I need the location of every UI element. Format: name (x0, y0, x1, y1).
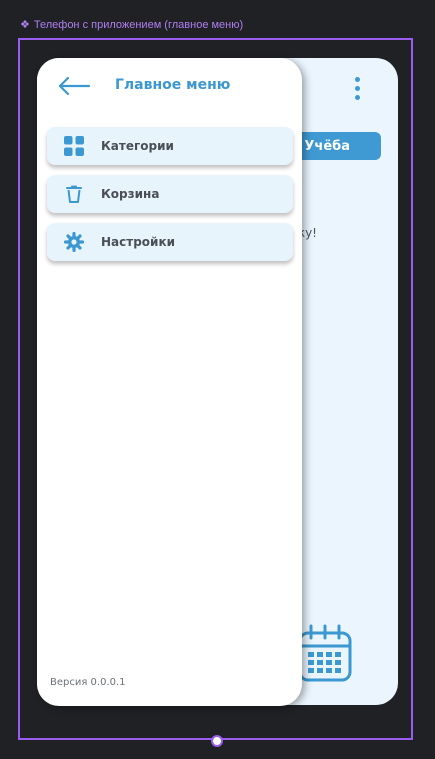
study-chip-label: Учёба (304, 138, 350, 154)
trash-icon (64, 184, 84, 204)
navigation-drawer: Главное меню Категории Корзина Настройки… (37, 58, 302, 706)
menu-item-categories[interactable]: Категории (47, 127, 293, 165)
grid-icon (64, 136, 84, 156)
gear-icon (64, 232, 84, 252)
version-text: Версия 0.0.0.1 (50, 677, 126, 688)
menu-item-label: Категории (101, 139, 174, 153)
resize-handle[interactable] (211, 735, 223, 747)
drawer-title: Главное меню (115, 77, 231, 93)
frame-label-text: Телефон с приложением (главное меню) (33, 19, 244, 31)
arrow-left-icon[interactable] (57, 74, 91, 98)
calendar-icon[interactable] (297, 624, 353, 684)
menu-item-label: Настройки (101, 235, 176, 249)
component-diamond-icon: ❖ (20, 18, 30, 31)
menu-item-label: Корзина (101, 187, 160, 201)
frame-label[interactable]: ❖ Телефон с приложением (главное меню) (20, 19, 243, 31)
menu-item-settings[interactable]: Настройки (47, 223, 293, 261)
more-vertical-icon[interactable] (353, 77, 361, 100)
menu-item-trash[interactable]: Корзина (47, 175, 293, 213)
